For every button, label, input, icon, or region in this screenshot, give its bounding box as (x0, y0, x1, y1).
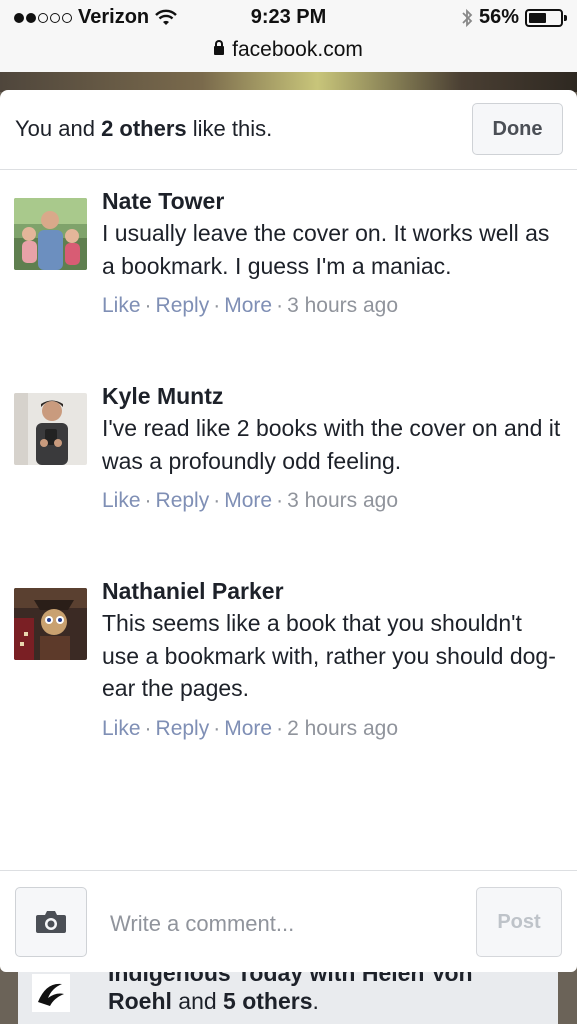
reply-link[interactable]: Reply (156, 489, 210, 512)
comment-timestamp[interactable]: 2 hours ago (287, 717, 398, 740)
background-post-and: and (171, 988, 224, 1014)
url-text: facebook.com (232, 38, 363, 61)
comment-actions: Like · Reply · More · 3 hours ago (102, 489, 399, 512)
background-post-name[interactable]: Roehl (108, 988, 172, 1014)
like-link[interactable]: Like (102, 717, 141, 740)
battery-fill (529, 12, 546, 23)
battery-percent: 56% (478, 6, 519, 28)
background-post-line1: Indigenous Today with Helen Von (108, 972, 473, 986)
avatar[interactable] (14, 588, 87, 660)
more-link[interactable]: More (224, 294, 272, 317)
reply-link[interactable]: Reply (156, 294, 210, 317)
comment-input[interactable] (110, 909, 450, 939)
likes-summary[interactable]: You and 2 others like this. (15, 116, 272, 142)
done-button[interactable]: Done (472, 103, 563, 155)
comment-body: Nate Tower I usually leave the cover on.… (102, 185, 562, 320)
reply-link[interactable]: Reply (156, 717, 210, 740)
bluetooth-icon (462, 8, 473, 27)
comment-actions: Like · Reply · More · 3 hours ago (102, 294, 399, 317)
comment-author[interactable]: Kyle Muntz (102, 380, 562, 412)
likes-summary-others: 2 others (101, 116, 187, 141)
background-post-period: . (312, 988, 319, 1014)
comment-timestamp[interactable]: 3 hours ago (287, 294, 398, 317)
comment-actions: Like · Reply · More · 2 hours ago (102, 716, 399, 740)
background-post-line2: Roehl and 5 others. (108, 988, 319, 1015)
status-bar: Verizon 9:23 PM 56% facebook.com (0, 0, 577, 72)
comment-text: I usually leave the cover on. It works w… (102, 220, 550, 279)
comment-author[interactable]: Nate Tower (102, 185, 562, 217)
background-post-preview: Indigenous Today with Helen Von Roehl an… (18, 972, 558, 1024)
page-logo-icon (32, 974, 70, 1012)
comments-sheet: You and 2 others like this. Done Nate To… (0, 90, 577, 972)
address-bar[interactable]: facebook.com (0, 38, 577, 62)
comment-text: This seems like a book that you shouldn'… (102, 610, 556, 701)
comment-timestamp[interactable]: 3 hours ago (287, 489, 398, 512)
post-button[interactable]: Post (476, 887, 562, 957)
background-photo-strip (0, 72, 577, 92)
avatar[interactable] (14, 198, 87, 270)
comment-text: I've read like 2 books with the cover on… (102, 415, 561, 474)
like-link[interactable]: Like (102, 489, 141, 512)
sheet-header: You and 2 others like this. Done (0, 90, 577, 170)
comment-body: Kyle Muntz I've read like 2 books with t… (102, 380, 562, 515)
lock-icon (214, 40, 225, 55)
more-link[interactable]: More (224, 717, 272, 740)
battery-icon (525, 8, 567, 27)
like-link[interactable]: Like (102, 294, 141, 317)
camera-icon (36, 911, 66, 933)
likes-summary-prefix: You and (15, 116, 102, 141)
comment-composer: Post (0, 870, 577, 972)
avatar[interactable] (14, 393, 87, 465)
comment-body: Nathaniel Parker This seems like a book … (102, 575, 562, 743)
background-post-others[interactable]: 5 others (223, 988, 312, 1014)
comment-author[interactable]: Nathaniel Parker (102, 575, 562, 607)
camera-button[interactable] (15, 887, 87, 957)
more-link[interactable]: More (224, 489, 272, 512)
likes-summary-suffix: like this. (186, 116, 273, 141)
